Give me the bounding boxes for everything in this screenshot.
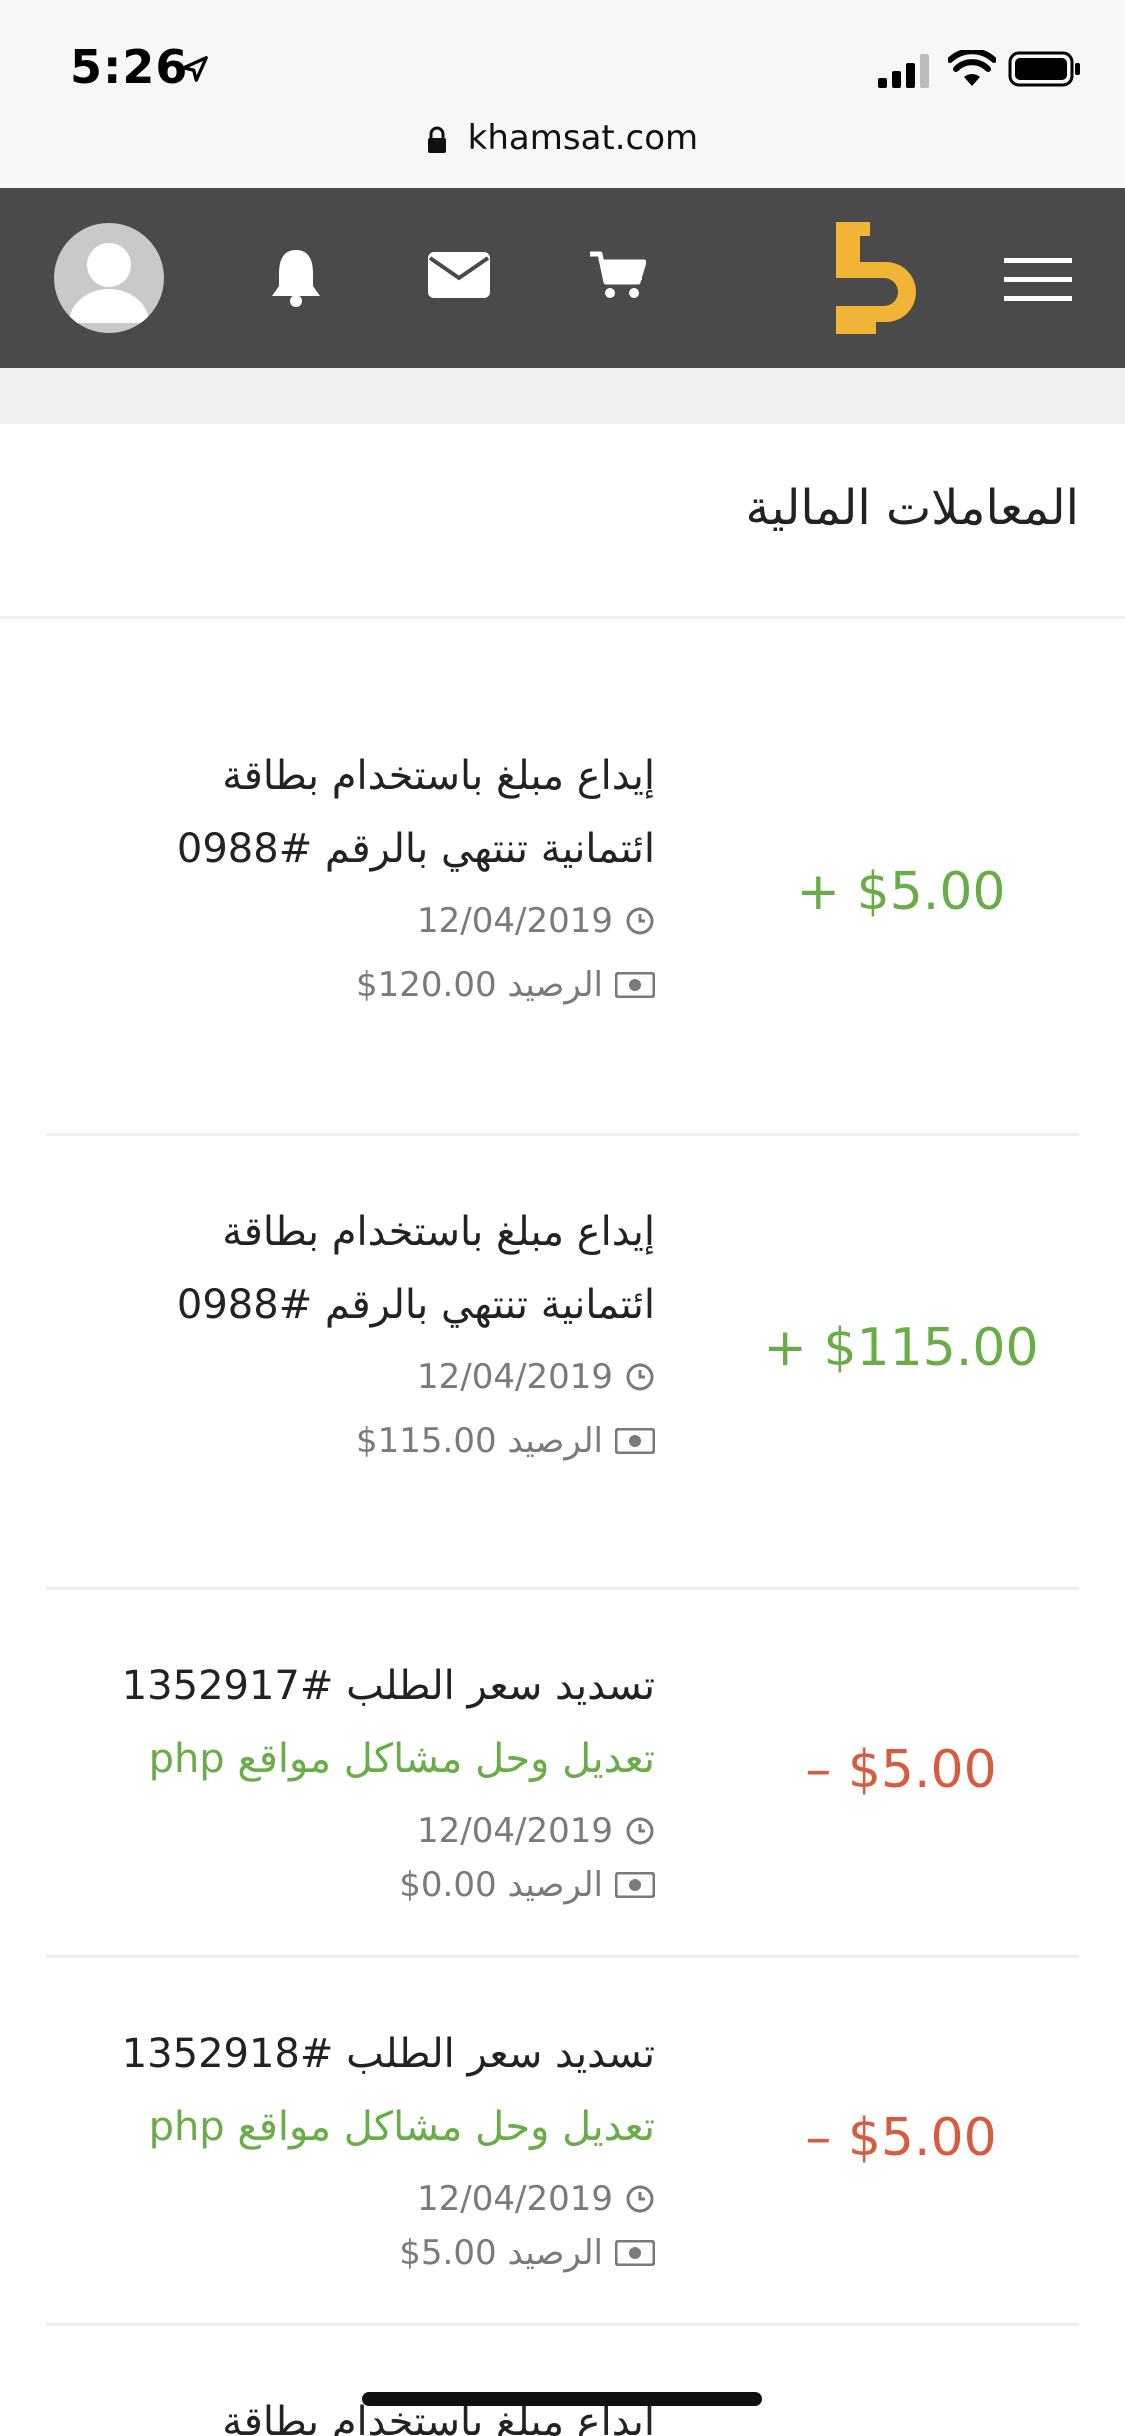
divider <box>0 616 1125 619</box>
cart-icon[interactable] <box>590 250 646 300</box>
avatar[interactable] <box>54 223 164 333</box>
app-header <box>0 188 1125 368</box>
location-arrow-icon <box>182 56 208 82</box>
cellular-signal-icon <box>878 54 929 88</box>
transaction-row: إيداع مبلغ باستخدام بطاقة ائتمانية تنتهي… <box>46 1136 1079 1590</box>
transaction-date: 12/04/2019 <box>417 896 655 946</box>
home-indicator[interactable] <box>362 2392 762 2406</box>
order-link[interactable]: تعديل وحل مشاكل مواقع php <box>95 1723 655 1796</box>
lock-icon <box>427 126 446 153</box>
transaction-balance: الرصيد $5.00 <box>399 2228 655 2278</box>
mail-icon[interactable] <box>428 252 490 298</box>
transaction-title: ائتمانية تنتهي بالرقم #0988 <box>176 826 655 872</box>
transaction-balance: الرصيد $115.00 <box>356 1416 655 1466</box>
transaction-date: 12/04/2019 <box>417 1352 655 1402</box>
khamsat-logo[interactable] <box>836 222 916 334</box>
clock-icon <box>626 907 654 935</box>
address-bar[interactable]: khamsat.com <box>0 118 1125 168</box>
money-icon <box>615 972 655 998</box>
transaction-title: إيداع مبلغ باستخدام بطاقة <box>222 753 655 799</box>
money-icon <box>615 2240 655 2266</box>
bell-icon[interactable] <box>268 246 324 308</box>
transaction-title: تسديد سعر الطلب #1352918 <box>121 2031 655 2077</box>
transaction-title: ائتمانية تنتهي بالرقم #0988 <box>176 1282 655 1328</box>
transaction-balance: الرصيد $0.00 <box>399 1860 655 1910</box>
money-icon <box>615 1872 655 1898</box>
transaction-row: تسديد سعر الطلب #1352918 تعديل وحل مشاكل… <box>46 1958 1079 2326</box>
wifi-icon <box>948 50 996 86</box>
url-text: khamsat.com <box>467 118 699 158</box>
status-time: 5:26 <box>70 40 189 94</box>
transaction-title: تسديد سعر الطلب #1352917 <box>121 1663 655 1709</box>
transaction-amount: + $115.00 <box>763 1318 1039 1378</box>
transaction-balance: الرصيد $120.00 <box>356 960 655 1010</box>
transaction-amount: + $5.00 <box>796 862 1006 922</box>
hamburger-menu-icon[interactable] <box>1004 258 1072 302</box>
clock-icon <box>626 1817 654 1845</box>
order-link[interactable]: تعديل وحل مشاكل مواقع php <box>95 2091 655 2164</box>
user-avatar-icon <box>69 243 149 323</box>
transaction-row: تسديد سعر الطلب #1352917 تعديل وحل مشاكل… <box>46 1590 1079 1958</box>
transaction-row: إيداع مبلغ باستخدام بطاقة <box>46 2326 1079 2436</box>
clock-icon <box>626 1363 654 1391</box>
header-spacer <box>0 368 1125 424</box>
transaction-amount: – $5.00 <box>805 1740 997 1800</box>
page-title: المعاملات المالية <box>745 480 1079 536</box>
battery-icon <box>1008 51 1080 87</box>
transaction-row: إيداع مبلغ باستخدام بطاقة ائتمانية تنتهي… <box>46 620 1079 1136</box>
transaction-date: 12/04/2019 <box>417 2174 655 2224</box>
transaction-amount: – $5.00 <box>805 2108 997 2168</box>
transaction-title: إيداع مبلغ باستخدام بطاقة <box>222 1209 655 1255</box>
money-icon <box>615 1428 655 1454</box>
transaction-date: 12/04/2019 <box>417 1806 655 1856</box>
status-bar: 5:26 khamsat.com <box>0 0 1125 188</box>
clock-icon <box>626 2185 654 2213</box>
